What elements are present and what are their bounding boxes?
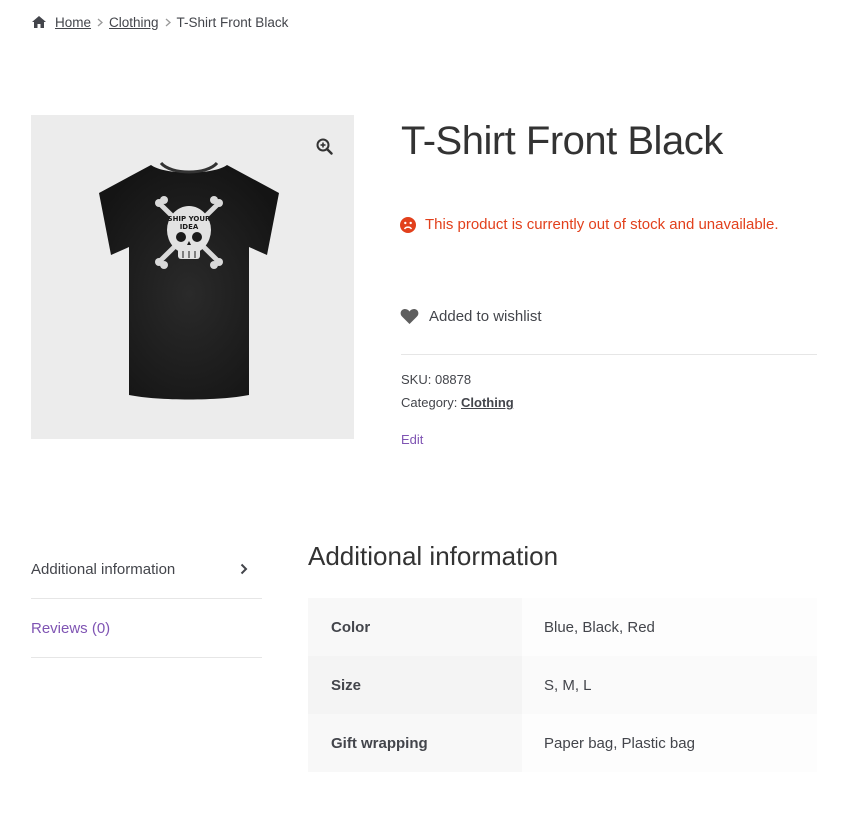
heart-icon[interactable] xyxy=(400,308,419,325)
sad-face-icon xyxy=(400,216,416,233)
table-row: Color Blue, Black, Red xyxy=(308,598,817,656)
breadcrumb: Home Clothing T-Shirt Front Black xyxy=(31,13,288,31)
edit-link[interactable]: Edit xyxy=(401,432,423,447)
product-image[interactable]: SHIP YOUR IDEA xyxy=(31,115,354,439)
product-tabs: Additional information Reviews (0) xyxy=(31,540,262,658)
tab-reviews[interactable]: Reviews (0) xyxy=(31,599,262,658)
category-wrapper: Category: Clothing xyxy=(401,395,514,410)
tab-label[interactable]: Additional information xyxy=(31,561,175,578)
product-title: T-Shirt Front Black xyxy=(401,119,723,163)
attribute-name: Size xyxy=(308,656,522,714)
sku-value: 08878 xyxy=(434,372,472,387)
category-label: Category: xyxy=(401,395,458,410)
attribute-name: Gift wrapping xyxy=(308,714,522,772)
breadcrumb-category-link[interactable]: Clothing xyxy=(109,15,159,30)
attribute-value: S, M, L xyxy=(522,656,817,714)
svg-text:SHIP YOUR: SHIP YOUR xyxy=(168,215,212,223)
attributes-table: Color Blue, Black, Red Size S, M, L Gift… xyxy=(308,598,817,772)
attribute-value: Paper bag, Plastic bag xyxy=(522,714,817,772)
category-link[interactable]: Clothing xyxy=(461,395,514,410)
breadcrumb-current: T-Shirt Front Black xyxy=(176,14,289,30)
zoom-in-icon[interactable] xyxy=(312,134,336,158)
attribute-value: Blue, Black, Red xyxy=(522,598,817,656)
attribute-name: Color xyxy=(308,598,522,656)
chevron-right-icon xyxy=(165,18,171,27)
chevron-right-icon xyxy=(240,563,248,575)
sku-wrapper: SKU: 08878 xyxy=(401,372,471,387)
home-icon[interactable] xyxy=(31,15,47,29)
stock-status: This product is currently out of stock a… xyxy=(400,216,779,233)
panel-title: Additional information xyxy=(308,541,559,571)
table-row: Size S, M, L xyxy=(308,656,817,714)
sku-label: SKU: xyxy=(401,372,432,387)
stock-message: This product is currently out of stock a… xyxy=(425,216,779,233)
wishlist-label[interactable]: Added to wishlist xyxy=(429,308,542,325)
tab-label[interactable]: Reviews (0) xyxy=(31,620,110,637)
table-row: Gift wrapping Paper bag, Plastic bag xyxy=(308,714,817,772)
divider xyxy=(401,354,817,355)
tab-additional-information[interactable]: Additional information xyxy=(31,540,262,599)
breadcrumb-home-link[interactable]: Home xyxy=(55,15,91,30)
tshirt-image: SHIP YOUR IDEA xyxy=(99,161,279,400)
wishlist-link[interactable]: Added to wishlist xyxy=(400,308,542,325)
svg-text:IDEA: IDEA xyxy=(180,223,199,231)
chevron-right-icon xyxy=(97,18,104,27)
